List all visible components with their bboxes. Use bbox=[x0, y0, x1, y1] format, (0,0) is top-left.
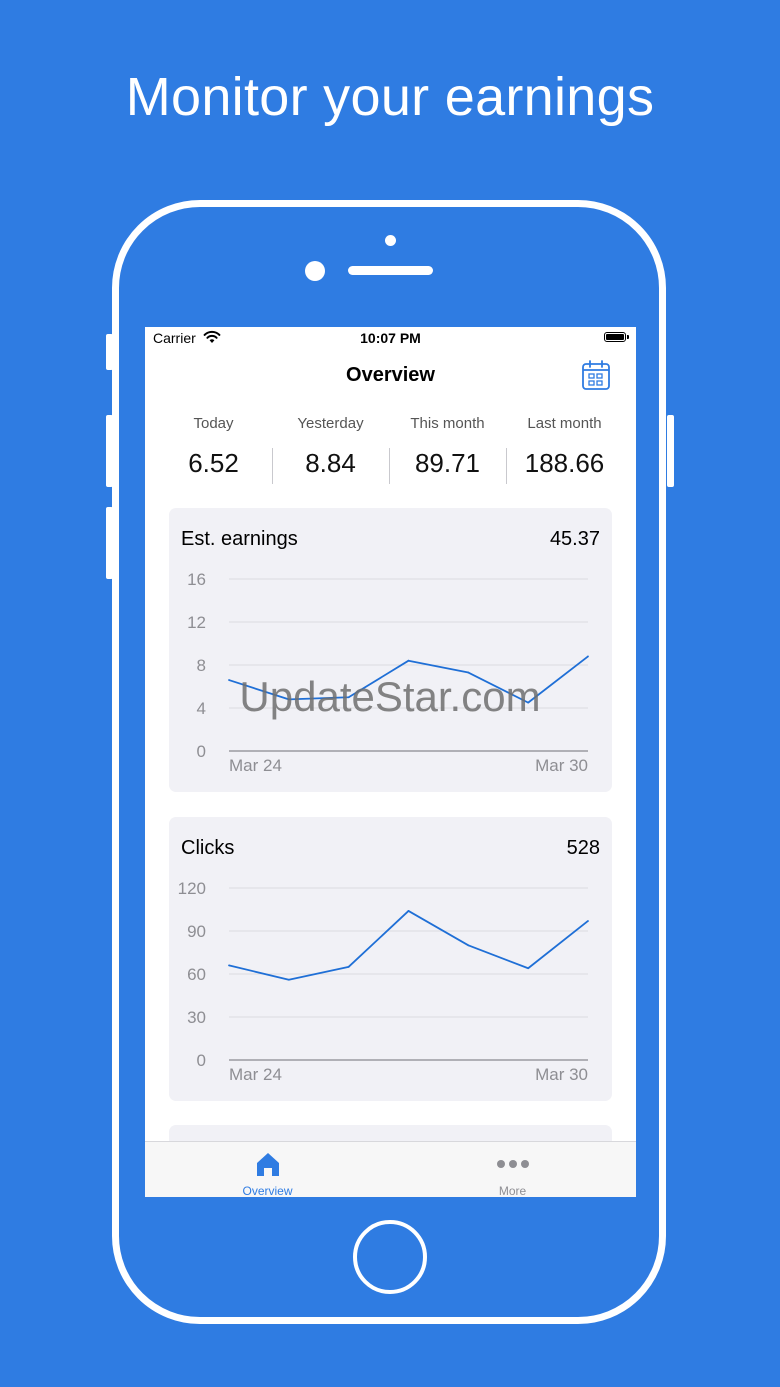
data-point bbox=[587, 655, 589, 658]
earpiece-speaker bbox=[348, 266, 433, 275]
stats-summary: Today 6.52 Yesterday 8.84 This month 89.… bbox=[145, 415, 636, 485]
earnings-card[interactable]: Est. earnings 45.37 0 4 8 12 16 Mar 24 Mar 30 bbox=[169, 508, 612, 792]
mute-switch bbox=[106, 334, 113, 370]
data-point bbox=[228, 964, 230, 967]
front-camera bbox=[305, 261, 325, 281]
stat-label: Last month bbox=[527, 415, 602, 432]
clicks-card[interactable]: Clicks 528 0 30 60 90 120 Mar 24 Mar 30 bbox=[169, 817, 612, 1101]
stat-today: Today 6.52 bbox=[155, 415, 272, 479]
data-point bbox=[467, 944, 470, 947]
volume-up-button bbox=[106, 415, 113, 487]
y-tick-label: 16 bbox=[187, 570, 206, 589]
tab-label: More bbox=[498, 1184, 527, 1197]
earnings-chart: 0 4 8 12 16 Mar 24 Mar 30 bbox=[187, 570, 589, 775]
y-tick-label: 0 bbox=[197, 1051, 206, 1070]
stat-value: 188.66 bbox=[524, 448, 605, 478]
stat-last-month: Last month 188.66 bbox=[506, 415, 623, 479]
y-tick-label: 90 bbox=[187, 922, 206, 941]
stat-yesterday: Yesterday 8.84 bbox=[272, 415, 389, 479]
x-tick-label: Mar 24 bbox=[229, 1065, 282, 1084]
tab-label: Overview bbox=[242, 1184, 293, 1197]
battery-icon bbox=[604, 332, 629, 342]
series-line bbox=[228, 655, 589, 704]
stat-this-month: This month 89.71 bbox=[389, 415, 506, 479]
home-button[interactable] bbox=[353, 1220, 427, 1294]
x-tick-label: Mar 24 bbox=[229, 756, 282, 775]
tab-bar: Overview More bbox=[145, 1141, 636, 1197]
volume-down-button bbox=[106, 507, 113, 579]
y-tick-label: 30 bbox=[187, 1008, 206, 1027]
x-tick-label: Mar 30 bbox=[535, 756, 588, 775]
data-point bbox=[287, 698, 290, 701]
stat-value: 6.52 bbox=[188, 448, 239, 478]
stat-value: 8.84 bbox=[305, 448, 356, 478]
x-tick-label: Mar 30 bbox=[535, 1065, 588, 1084]
data-point bbox=[527, 967, 530, 970]
data-point bbox=[287, 978, 290, 981]
y-tick-label: 8 bbox=[197, 656, 206, 675]
stat-label: This month bbox=[410, 415, 485, 432]
house-icon bbox=[257, 1153, 279, 1176]
status-time: 10:07 PM bbox=[360, 330, 421, 346]
data-point bbox=[467, 671, 470, 674]
app-screen: Carrier 10:07 PM Overview Today 6.52 Yes… bbox=[145, 327, 636, 1197]
y-tick-label: 4 bbox=[197, 699, 206, 718]
data-point bbox=[228, 679, 230, 681]
tab-overview[interactable]: Overview bbox=[145, 1142, 390, 1197]
clicks-chart: 0 30 60 90 120 Mar 24 Mar 30 bbox=[178, 879, 589, 1084]
power-button bbox=[667, 415, 674, 487]
sensor-dot bbox=[385, 235, 396, 246]
data-point bbox=[527, 701, 530, 704]
y-tick-label: 120 bbox=[178, 879, 206, 898]
y-tick-label: 12 bbox=[187, 613, 206, 632]
data-point bbox=[407, 659, 410, 662]
status-bar: Carrier 10:07 PM bbox=[145, 327, 636, 349]
ellipsis-icon bbox=[497, 1160, 529, 1168]
headline: Monitor your earnings bbox=[125, 67, 655, 127]
stat-label: Yesterday bbox=[297, 415, 364, 432]
page-title: Overview bbox=[346, 364, 435, 386]
y-tick-label: 60 bbox=[187, 965, 206, 984]
tab-more[interactable]: More bbox=[390, 1142, 635, 1197]
data-point bbox=[347, 696, 350, 699]
data-point bbox=[587, 920, 589, 922]
y-tick-label: 0 bbox=[197, 742, 206, 761]
series-line bbox=[228, 910, 589, 981]
data-point bbox=[407, 910, 410, 912]
stat-label: Today bbox=[193, 415, 234, 432]
data-point bbox=[347, 965, 350, 968]
calendar-icon[interactable] bbox=[581, 359, 611, 391]
stat-value: 89.71 bbox=[414, 448, 481, 478]
